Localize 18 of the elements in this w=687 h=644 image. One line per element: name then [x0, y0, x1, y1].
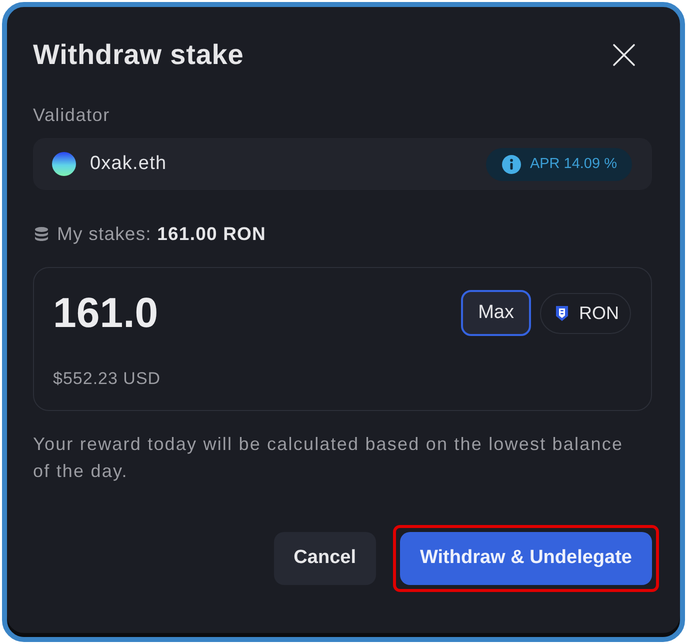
info-icon	[502, 154, 521, 174]
validator-label: Validator	[33, 104, 111, 127]
close-button[interactable]	[610, 41, 638, 69]
dialog-title: Withdraw stake	[33, 38, 244, 72]
max-button[interactable]: Max	[461, 290, 531, 336]
database-icon	[35, 227, 48, 241]
usd-value: $552.23 USD	[53, 368, 162, 390]
apr-text: APR 14.09 %	[530, 155, 617, 174]
my-stakes-text: My stakes: 161.00 RON	[57, 222, 266, 246]
validator-avatar	[52, 152, 76, 176]
close-icon	[612, 43, 636, 67]
token-selector[interactable]: RON	[540, 292, 631, 334]
reward-note: Your reward today will be calculated based on the lowest balance of the day.	[33, 433, 624, 483]
shield-icon	[555, 304, 569, 322]
validator-name: 0xak.eth	[90, 152, 167, 176]
withdraw-button[interactable]: Withdraw & Undelegate	[400, 532, 652, 585]
amount-input[interactable]: 161.0	[53, 290, 158, 336]
cancel-button[interactable]: Cancel	[274, 532, 376, 585]
